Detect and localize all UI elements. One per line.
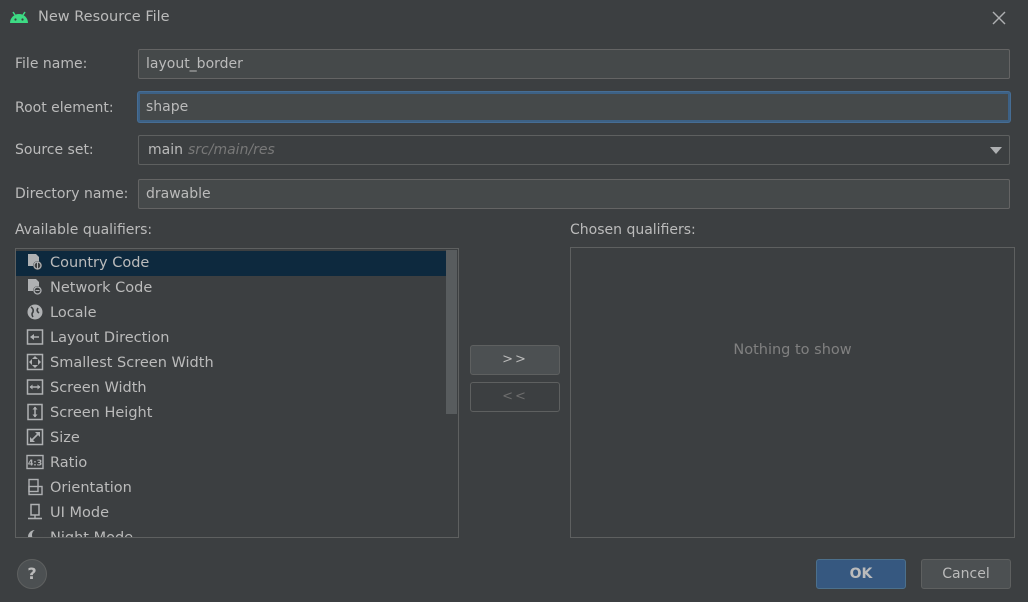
root-element-label: Root element: (15, 100, 114, 116)
qualifier-layout-direction[interactable]: Layout Direction (16, 326, 446, 351)
dialog-title: New Resource File (38, 9, 170, 25)
source-set-path: src/main/res (188, 142, 275, 158)
qualifier-night-mode[interactable]: Night Mode (16, 526, 446, 538)
cancel-button[interactable]: Cancel (921, 559, 1011, 589)
available-qualifiers-label: Available qualifiers: (15, 222, 153, 238)
android-icon (10, 11, 28, 23)
size-icon (26, 428, 44, 446)
remove-qualifier-button[interactable]: << (470, 382, 560, 412)
directory-name-input[interactable] (138, 179, 1010, 209)
qualifier-label: Layout Direction (50, 330, 170, 346)
ok-button[interactable]: OK (816, 559, 906, 589)
title-bar: New Resource File (0, 0, 1028, 36)
screen-height-icon (27, 403, 43, 421)
chevron-down-icon (990, 147, 1002, 154)
qualifier-label: Screen Height (50, 405, 153, 421)
close-icon[interactable] (990, 9, 1008, 27)
qualifier-orientation[interactable]: Orientation (16, 476, 446, 501)
file-name-label: File name: (15, 56, 88, 72)
qualifier-network-code[interactable]: Network Code (16, 276, 446, 301)
qualifier-locale[interactable]: Locale (16, 301, 446, 326)
qualifier-smallest-screen-width[interactable]: Smallest Screen Width (16, 351, 446, 376)
qualifier-label: Night Mode (50, 530, 134, 538)
empty-state-text: Nothing to show (733, 342, 852, 358)
qualifier-label: Size (50, 430, 80, 446)
smallest-width-icon (26, 353, 44, 371)
ui-mode-icon (28, 503, 42, 520)
network-code-icon (28, 279, 42, 295)
qualifier-label: Locale (50, 305, 97, 321)
source-set-value: main (148, 142, 183, 158)
add-qualifier-button[interactable]: >> (470, 345, 560, 375)
orientation-icon (28, 478, 43, 496)
chosen-qualifiers-list[interactable]: Nothing to show (570, 247, 1015, 538)
country-code-icon (28, 254, 42, 270)
directory-name-label: Directory name: (15, 186, 129, 202)
svg-text:4:3: 4:3 (28, 459, 42, 468)
globe-icon (27, 304, 43, 320)
qualifier-screen-width[interactable]: Screen Width (16, 376, 446, 401)
qualifier-ratio[interactable]: 4:3 Ratio (16, 451, 446, 476)
qualifier-size[interactable]: Size (16, 426, 446, 451)
file-name-input[interactable] (138, 49, 1010, 79)
qualifier-screen-height[interactable]: Screen Height (16, 401, 446, 426)
chosen-qualifiers-label: Chosen qualifiers: (570, 222, 696, 238)
layout-direction-icon (26, 329, 44, 345)
night-mode-icon (28, 529, 44, 537)
qualifier-country-code[interactable]: Country Code (16, 251, 446, 276)
qualifier-label: Network Code (50, 280, 153, 296)
qualifier-label: Orientation (50, 480, 132, 496)
qualifiers-scrollbar[interactable] (446, 250, 457, 414)
available-qualifiers-list[interactable]: Country Code Network Code Locale Layout … (15, 248, 459, 538)
source-set-dropdown[interactable]: main src/main/res (138, 135, 1010, 165)
qualifier-label: Screen Width (50, 380, 147, 396)
source-set-label: Source set: (15, 142, 94, 158)
qualifier-label: Country Code (50, 255, 150, 271)
qualifier-ui-mode[interactable]: UI Mode (16, 501, 446, 526)
qualifier-label: Ratio (50, 455, 88, 471)
screen-width-icon (26, 379, 44, 395)
ratio-icon: 4:3 (26, 454, 44, 470)
root-element-input[interactable] (138, 92, 1010, 122)
help-button[interactable]: ? (17, 559, 47, 589)
qualifier-label: UI Mode (50, 505, 110, 521)
qualifier-label: Smallest Screen Width (50, 355, 214, 371)
